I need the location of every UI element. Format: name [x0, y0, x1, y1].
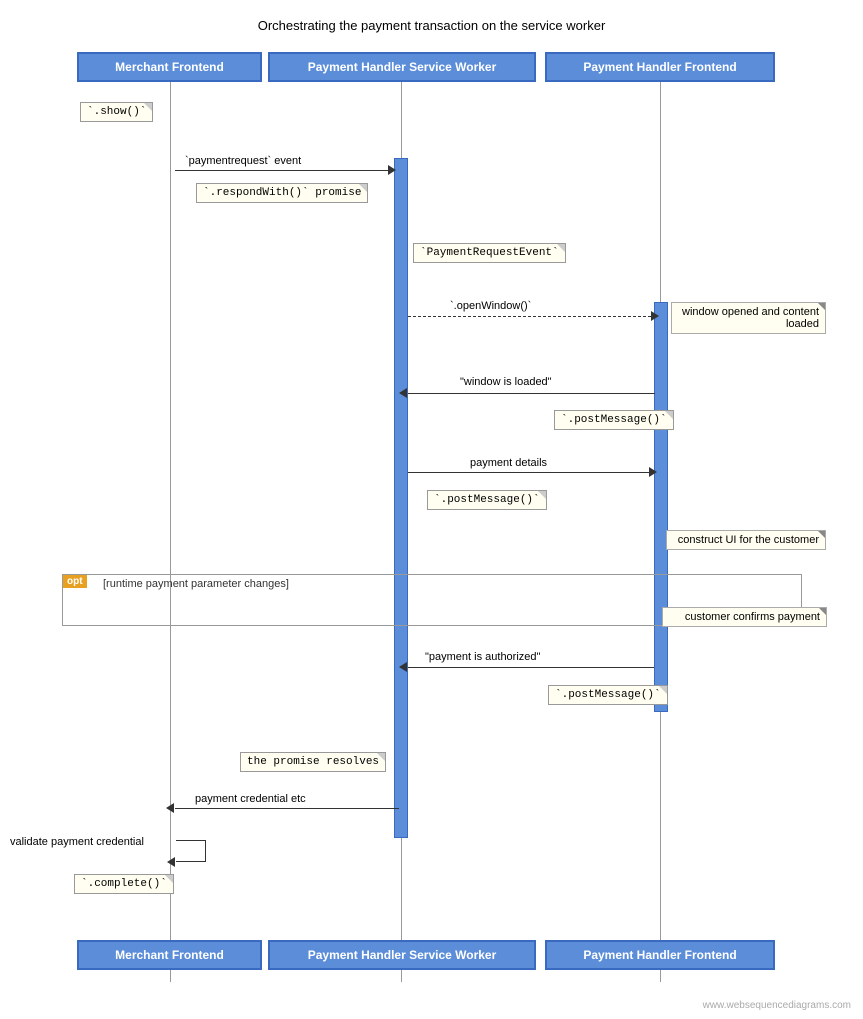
lifeline-header-phf: Payment Handler Frontend: [545, 52, 775, 82]
note-postmessage-3: `.postMessage()`: [548, 685, 668, 705]
lifeline-footer-phf: Payment Handler Frontend: [545, 940, 775, 970]
arrowhead-payment-details: [649, 467, 657, 477]
note-postmessage-2: `.postMessage()`: [427, 490, 547, 510]
arrowhead-payment-credential: [166, 803, 174, 813]
lifeline-footer-phsw: Payment Handler Service Worker: [268, 940, 536, 970]
note-respondwith: `.respondWith()` promise: [196, 183, 368, 203]
activation-phsw: [394, 158, 408, 838]
lifeline-header-phsw: Payment Handler Service Worker: [268, 52, 536, 82]
self-arrow-validate: [176, 840, 206, 862]
opt-condition: [runtime payment parameter changes]: [103, 578, 289, 590]
label-payment-credential: payment credential etc: [195, 793, 306, 805]
arrow-window-loaded: [408, 393, 655, 394]
note-complete: `.complete()`: [74, 874, 174, 894]
lifeline-footer-merchant: Merchant Frontend: [77, 940, 262, 970]
note-construct-ui: construct UI for the customer: [666, 530, 826, 550]
diagram-container: Orchestrating the payment transaction on…: [0, 0, 863, 1019]
label-payment-details: payment details: [470, 457, 547, 469]
label-window-loaded: "window is loaded": [460, 376, 552, 388]
diagram-title: Orchestrating the payment transaction on…: [258, 18, 606, 33]
lifeline-header-merchant: Merchant Frontend: [77, 52, 262, 82]
arrow-payment-credential: [175, 808, 399, 809]
note-validate: validate payment credential: [10, 836, 144, 848]
arrowhead-payment-authorized: [399, 662, 407, 672]
note-window-opened: window opened and content loaded: [671, 302, 826, 334]
note-promise-resolves: the promise resolves: [240, 752, 386, 772]
note-postmessage-1: `.postMessage()`: [554, 410, 674, 430]
note-show: `.show()`: [80, 102, 153, 122]
arrowhead-openwindow: [651, 311, 659, 321]
note-payment-request-event: `PaymentRequestEvent`: [413, 243, 566, 263]
label-payment-authorized: "payment is authorized": [425, 651, 540, 663]
arrow-paymentrequest: [175, 170, 393, 171]
arrow-payment-authorized: [408, 667, 654, 668]
arrowhead-window-loaded: [399, 388, 407, 398]
opt-label: opt: [63, 575, 87, 588]
activation-phf: [654, 302, 668, 712]
lifeline-merchant: [170, 82, 171, 982]
label-openwindow: `.openWindow()`: [450, 300, 531, 312]
note-customer-confirms: customer confirms payment: [662, 607, 827, 627]
arrowhead-self: [167, 857, 175, 867]
label-paymentrequest: `paymentrequest` event: [185, 155, 301, 167]
arrow-openwindow: [408, 316, 656, 317]
arrowhead-paymentrequest: [388, 165, 396, 175]
arrow-payment-details: [408, 472, 654, 473]
watermark: www.websequencediagrams.com: [703, 1000, 851, 1011]
